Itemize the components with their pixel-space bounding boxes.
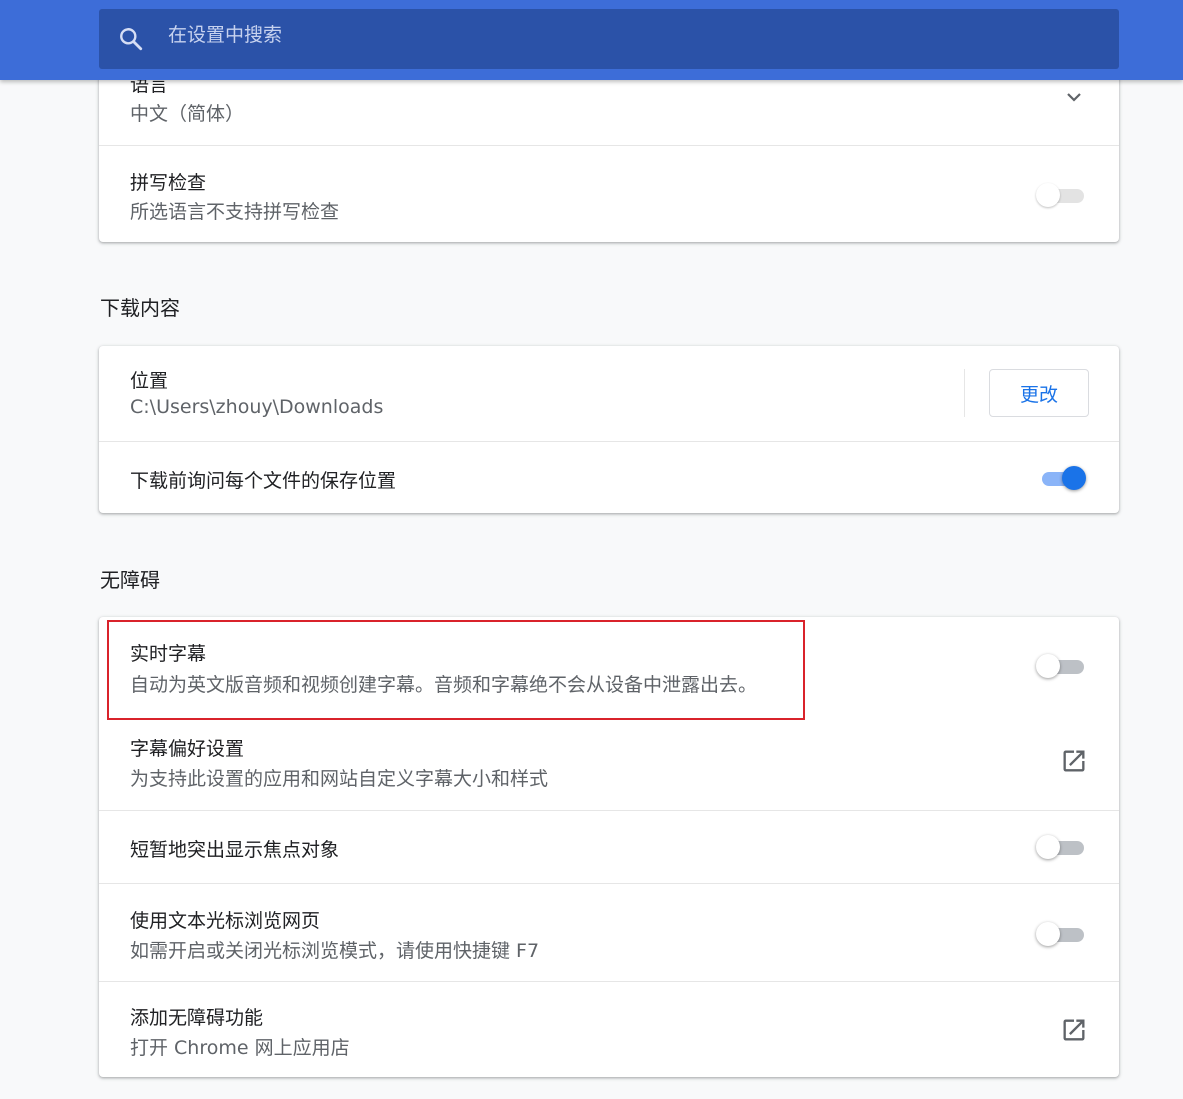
caret-browsing-title: 使用文本光标浏览网页 bbox=[130, 910, 321, 932]
focus-highlight-title: 短暂地突出显示焦点对象 bbox=[130, 839, 340, 861]
search-input[interactable] bbox=[168, 24, 868, 46]
focus-highlight-row: 短暂地突出显示焦点对象 bbox=[99, 810, 1119, 883]
downloads-heading: 下载内容 bbox=[100, 296, 180, 320]
spellcheck-title: 拼写检查 bbox=[130, 172, 207, 194]
caption-preferences-row[interactable]: 字幕偏好设置 为支持此设置的应用和网站自定义字幕大小和样式 bbox=[99, 714, 1119, 810]
download-location-row: 位置 C:\Users\zhouy\Downloads 更改 bbox=[99, 346, 1119, 441]
change-location-button[interactable]: 更改 bbox=[989, 369, 1089, 417]
chevron-down-icon[interactable] bbox=[1064, 87, 1084, 107]
spellcheck-subtitle: 所选语言不支持拼写检查 bbox=[130, 201, 340, 223]
location-title: 位置 bbox=[130, 370, 169, 392]
language-value: 中文（简体） bbox=[130, 103, 245, 125]
ask-location-row: 下载前询问每个文件的保存位置 bbox=[99, 441, 1119, 513]
caption-preferences-subtitle: 为支持此设置的应用和网站自定义字幕大小和样式 bbox=[130, 768, 549, 790]
add-accessibility-features-row[interactable]: 添加无障碍功能 打开 Chrome 网上应用店 bbox=[99, 981, 1119, 1077]
add-features-title: 添加无障碍功能 bbox=[130, 1007, 264, 1029]
live-caption-toggle[interactable] bbox=[1036, 654, 1084, 678]
divider bbox=[964, 369, 965, 417]
caret-browsing-toggle[interactable] bbox=[1036, 922, 1084, 946]
accessibility-heading: 无障碍 bbox=[100, 568, 160, 592]
open-external-icon[interactable] bbox=[1060, 747, 1088, 775]
ask-location-title: 下载前询问每个文件的保存位置 bbox=[130, 470, 397, 492]
highlight-annotation-box bbox=[107, 620, 805, 720]
downloads-card: 位置 C:\Users\zhouy\Downloads 更改 下载前询问每个文件… bbox=[99, 346, 1119, 513]
focus-highlight-toggle[interactable] bbox=[1036, 835, 1084, 859]
ask-location-toggle[interactable] bbox=[1040, 466, 1088, 490]
search-icon[interactable] bbox=[118, 26, 144, 56]
spellcheck-toggle[interactable] bbox=[1036, 183, 1084, 207]
caption-preferences-title: 字幕偏好设置 bbox=[130, 738, 245, 760]
caret-browsing-subtitle: 如需开启或关闭光标浏览模式，请使用快捷键 F7 bbox=[130, 940, 540, 962]
caret-browsing-row: 使用文本光标浏览网页 如需开启或关闭光标浏览模式，请使用快捷键 F7 bbox=[99, 883, 1119, 981]
top-toolbar bbox=[0, 0, 1183, 80]
spellcheck-row: 拼写检查 所选语言不支持拼写检查 bbox=[99, 145, 1119, 242]
location-path: C:\Users\zhouy\Downloads bbox=[130, 396, 384, 418]
add-features-subtitle: 打开 Chrome 网上应用店 bbox=[130, 1037, 350, 1059]
open-external-icon[interactable] bbox=[1060, 1016, 1088, 1044]
